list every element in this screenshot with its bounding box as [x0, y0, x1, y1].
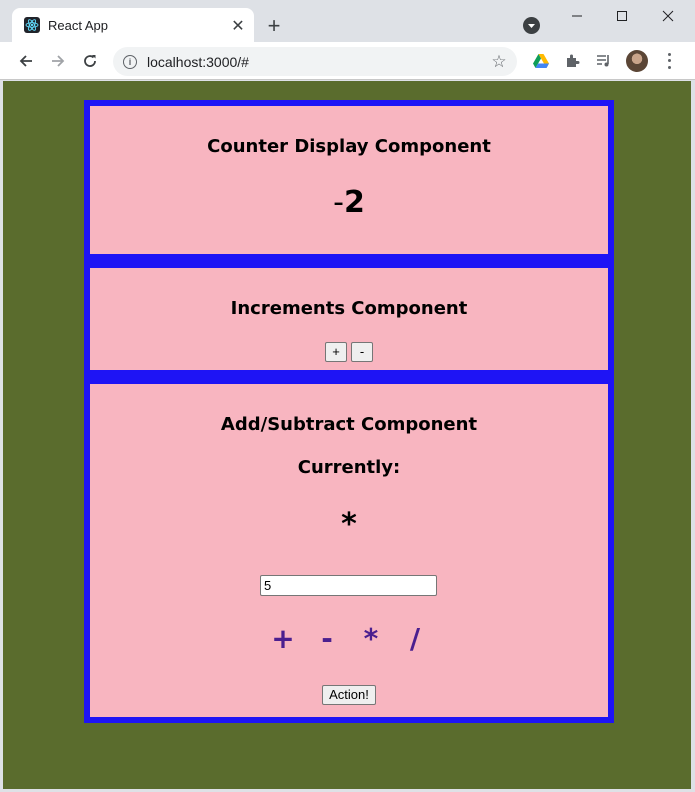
address-bar[interactable]: i localhost:3000/# ☆	[113, 47, 517, 76]
action-button[interactable]: Action!	[322, 685, 376, 705]
tab-search-icon[interactable]	[523, 17, 540, 34]
page-viewport: Counter Display Component -2 Increments …	[3, 81, 691, 789]
google-drive-icon[interactable]	[531, 51, 551, 71]
counter-display-title: Counter Display Component	[207, 136, 491, 157]
tab-bar: React App ✕ +	[0, 0, 695, 42]
close-window-icon[interactable]	[655, 6, 681, 26]
counter-value: -2	[90, 185, 608, 220]
tab-title: React App	[48, 17, 108, 33]
browser-toolbar: i localhost:3000/# ☆	[0, 42, 695, 80]
add-subtract-title: Add/Subtract Component	[220, 414, 478, 435]
increment-button[interactable]: +	[325, 342, 347, 362]
currently-label: Currently:	[297, 457, 401, 478]
minimize-icon[interactable]	[564, 6, 590, 26]
divide-operator-button[interactable]: /	[393, 622, 437, 655]
bookmark-star-icon[interactable]: ☆	[489, 52, 509, 72]
new-tab-button[interactable]: +	[262, 13, 286, 38]
operator-row: + - * /	[90, 622, 608, 655]
multiply-operator-button[interactable]: *	[349, 622, 393, 655]
media-queue-icon[interactable]	[594, 51, 614, 71]
url-text[interactable]: localhost:3000/#	[147, 54, 489, 70]
browser-tab[interactable]: React App ✕	[12, 8, 254, 42]
extensions-puzzle-icon[interactable]	[563, 51, 583, 71]
decrement-button[interactable]: -	[351, 342, 373, 362]
increments-panel: Increments Component + -	[84, 260, 614, 376]
add-subtract-panel: Add/Subtract Component Currently: * 5 + …	[84, 376, 614, 723]
add-operator-button[interactable]: +	[261, 622, 305, 655]
counter-sign: -	[333, 185, 344, 220]
back-icon[interactable]	[15, 50, 37, 72]
increments-title: Increments Component	[230, 298, 468, 319]
site-info-icon[interactable]: i	[123, 54, 137, 69]
current-operator: *	[341, 507, 357, 542]
react-logo-icon	[24, 17, 40, 33]
maximize-icon[interactable]	[609, 6, 635, 26]
counter-display-panel: Counter Display Component -2	[84, 100, 614, 260]
browser-menu-icon[interactable]	[662, 51, 676, 71]
profile-avatar[interactable]	[626, 50, 648, 72]
subtract-operator-button[interactable]: -	[305, 622, 349, 655]
number-input[interactable]: 5	[260, 575, 437, 596]
close-tab-icon[interactable]: ✕	[228, 15, 248, 35]
reload-icon[interactable]	[79, 50, 101, 72]
counter-number: 2	[343, 185, 365, 220]
forward-icon[interactable]	[47, 50, 69, 72]
